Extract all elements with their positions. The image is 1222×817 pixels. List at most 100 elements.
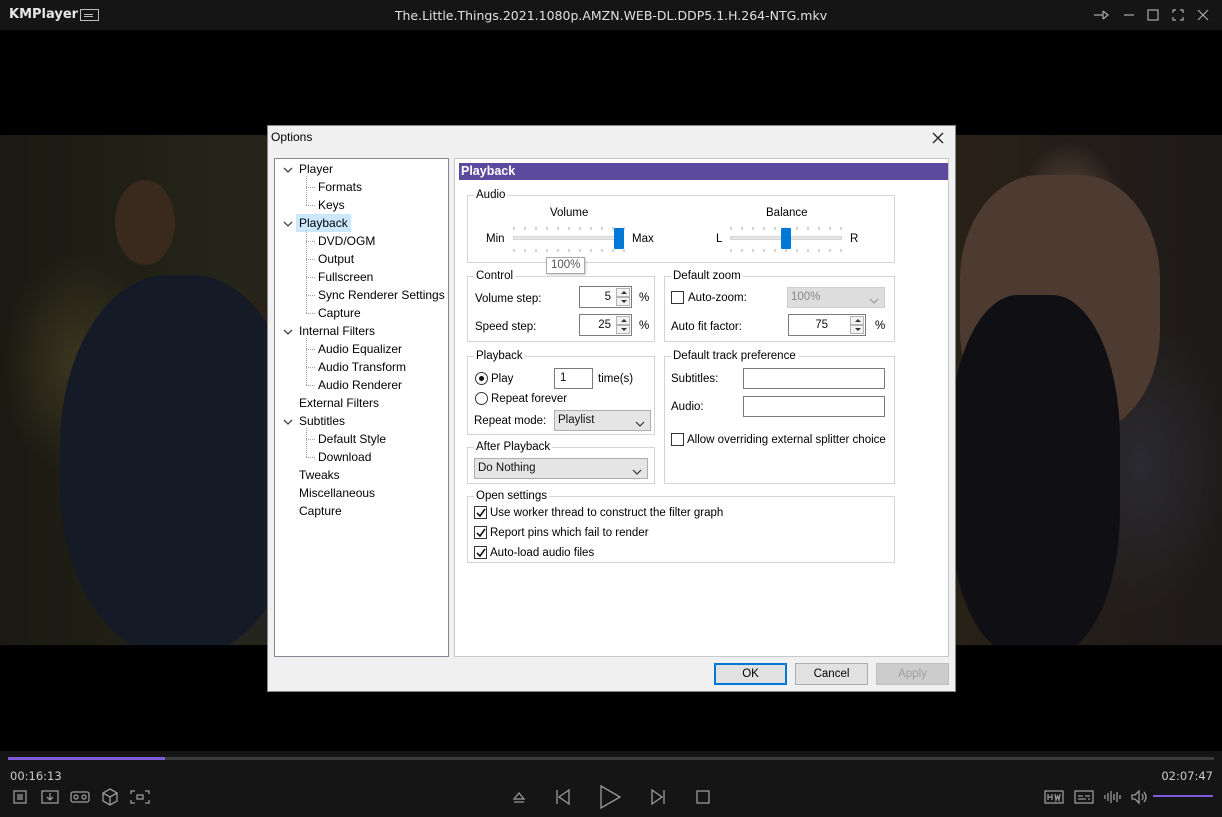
tree-item[interactable]: Download (315, 448, 374, 466)
tree-item[interactable]: Audio Renderer (315, 376, 405, 394)
tree-item[interactable]: Default Style (315, 430, 389, 448)
speed-step-unit: % (639, 320, 650, 332)
spin-down-icon[interactable] (850, 325, 864, 334)
minimize-icon[interactable] (1118, 4, 1140, 26)
cancel-button[interactable]: Cancel (795, 663, 868, 685)
tree-item[interactable]: External Filters (296, 394, 382, 412)
volume-step-spinner[interactable]: 5 (579, 286, 632, 308)
allow-override-checkbox[interactable] (671, 433, 684, 446)
download-icon[interactable] (38, 785, 62, 809)
tree-item[interactable]: Fullscreen (315, 268, 376, 286)
close-icon[interactable] (1192, 4, 1214, 26)
chevron-down-icon[interactable] (283, 164, 293, 174)
default-zoom-group: Default zoom Auto-zoom: 100% Auto fit fa… (664, 269, 895, 342)
eject-icon[interactable] (507, 785, 531, 809)
subtitles-input[interactable] (743, 368, 885, 389)
apply-button[interactable]: Apply (876, 663, 949, 685)
chevron-down-icon[interactable] (283, 326, 293, 336)
audio-track-input[interactable] (743, 396, 885, 417)
play-radio[interactable] (475, 372, 488, 385)
spin-up-icon[interactable] (850, 316, 864, 325)
volume-tooltip: 100% (546, 257, 586, 274)
tree-item[interactable]: Capture (296, 502, 345, 520)
open-setting-label[interactable]: Report pins which fail to render (490, 526, 649, 540)
subtitles-icon[interactable] (1072, 785, 1096, 809)
spin-down-icon[interactable] (616, 297, 630, 306)
fullscreen-icon[interactable] (1167, 4, 1189, 26)
volume-step-value[interactable]: 5 (580, 287, 616, 307)
tree-item[interactable]: Output (315, 250, 357, 268)
panel-header: Playback (459, 163, 948, 180)
pin-icon[interactable] (1090, 4, 1112, 26)
3d-icon[interactable] (98, 785, 122, 809)
auto-fit-spinner[interactable]: 75 (788, 314, 866, 336)
spin-up-icon[interactable] (616, 288, 630, 297)
ok-button[interactable]: OK (714, 663, 787, 685)
open-setting-checkbox[interactable] (474, 526, 487, 539)
tree-item[interactable]: Audio Equalizer (315, 340, 405, 358)
chevron-down-icon[interactable] (283, 416, 293, 426)
open-setting-label[interactable]: Auto-load audio files (490, 546, 594, 560)
seek-bar[interactable] (8, 757, 1214, 760)
tree-item[interactable]: Subtitles (296, 412, 348, 430)
open-setting-label[interactable]: Use worker thread to construct the filte… (490, 506, 723, 520)
after-playback-select[interactable]: Do Nothing (474, 458, 648, 479)
speed-step-value[interactable]: 25 (580, 315, 616, 335)
tree-item[interactable]: Formats (315, 178, 365, 196)
control-group-label: Control (474, 269, 516, 283)
video-person-head (115, 180, 175, 265)
playlist-icon[interactable] (8, 785, 32, 809)
auto-zoom-label[interactable]: Auto-zoom: (688, 291, 747, 305)
audio-wave-icon[interactable] (1101, 785, 1125, 809)
dialog-close-icon[interactable] (929, 129, 947, 147)
balance-slider-thumb[interactable] (781, 228, 791, 249)
spin-down-icon[interactable] (616, 325, 630, 334)
audio-group-label: Audio (474, 188, 508, 202)
volume-slider-thumb[interactable] (613, 228, 624, 249)
volume-slider-track[interactable] (513, 236, 623, 240)
tree-item[interactable]: Miscellaneous (296, 484, 378, 502)
tree-item[interactable]: Sync Renderer Settings (315, 286, 448, 304)
auto-zoom-checkbox[interactable] (671, 291, 684, 304)
seek-progress (8, 757, 165, 760)
default-zoom-group-label: Default zoom (671, 269, 743, 283)
chevron-down-icon[interactable] (283, 218, 293, 228)
volume-bar[interactable] (1153, 795, 1213, 797)
time-total[interactable]: 02:07:47 (1161, 769, 1213, 783)
speed-step-spinner[interactable]: 25 (579, 314, 632, 336)
tree-item[interactable]: Internal Filters (296, 322, 378, 340)
volume-icon[interactable] (1128, 785, 1152, 809)
open-setting-checkbox[interactable] (474, 506, 487, 519)
repeat-forever-label[interactable]: Repeat forever (491, 392, 567, 406)
repeat-mode-select[interactable]: Playlist (554, 410, 651, 431)
tree-item[interactable]: Keys (315, 196, 348, 214)
tree-item[interactable]: Tweaks (296, 466, 343, 484)
next-icon[interactable] (646, 785, 670, 809)
auto-fit-value[interactable]: 75 (789, 315, 833, 335)
repeat-forever-radio[interactable] (475, 392, 488, 405)
play-icon[interactable] (596, 783, 624, 811)
vr-icon[interactable] (68, 785, 92, 809)
tree-item[interactable]: Audio Transform (315, 358, 409, 376)
allow-override-label[interactable]: Allow overriding external splitter choic… (687, 433, 886, 447)
maximize-icon[interactable] (1142, 4, 1164, 26)
tree-connector (306, 457, 315, 458)
file-title: The.Little.Things.2021.1080p.AMZN.WEB-DL… (394, 8, 828, 23)
tree-item[interactable]: Capture (315, 304, 364, 322)
tree-connector (306, 367, 315, 368)
previous-icon[interactable] (551, 785, 575, 809)
options-tree[interactable]: Player Formats Keys Playback DVD/OGM Output Fu… (274, 158, 449, 657)
control-group: Control Volume step: 5 % Speed step: 25 … (467, 269, 655, 342)
capture-icon[interactable] (128, 785, 152, 809)
tree-item[interactable]: Playback (296, 214, 351, 232)
control-bar: 00:16:13 02:07:47 (0, 751, 1222, 817)
tree-item[interactable]: Player (296, 160, 336, 178)
open-setting-checkbox[interactable] (474, 546, 487, 559)
tree-item[interactable]: DVD/OGM (315, 232, 378, 250)
play-label[interactable]: Play (491, 372, 513, 386)
hw-decoder-icon[interactable] (1042, 785, 1066, 809)
stop-icon[interactable] (691, 785, 715, 809)
spin-up-icon[interactable] (616, 316, 630, 325)
play-times-input[interactable]: 1 (554, 368, 593, 389)
auto-zoom-select[interactable]: 100% (787, 287, 885, 308)
